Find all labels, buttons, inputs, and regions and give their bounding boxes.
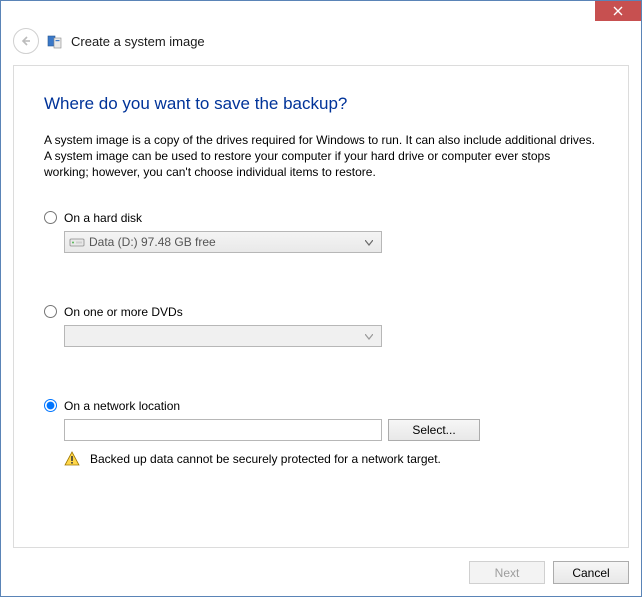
- page-description: A system image is a copy of the drives r…: [44, 132, 598, 181]
- header: Create a system image: [1, 24, 641, 64]
- hard-disk-combo[interactable]: Data (D:) 97.48 GB free: [64, 231, 382, 253]
- option-hard-disk-row[interactable]: On a hard disk: [44, 211, 598, 225]
- chevron-down-icon: [361, 235, 377, 249]
- back-arrow-icon: [20, 35, 32, 47]
- option-network: On a network location Select... Backed u…: [44, 399, 598, 467]
- radio-hard-disk[interactable]: [44, 211, 57, 224]
- radio-dvd[interactable]: [44, 305, 57, 318]
- warning-icon: [64, 451, 80, 467]
- cancel-button[interactable]: Cancel: [553, 561, 629, 584]
- wizard-window: Create a system image Where do you want …: [0, 0, 642, 597]
- network-path-input[interactable]: [64, 419, 382, 441]
- back-button[interactable]: [13, 28, 39, 54]
- option-hard-disk-label: On a hard disk: [64, 211, 142, 225]
- option-dvd-row[interactable]: On one or more DVDs: [44, 305, 598, 319]
- close-button[interactable]: [595, 1, 641, 21]
- chevron-down-icon: [361, 329, 377, 343]
- content-area: Where do you want to save the backup? A …: [13, 65, 629, 548]
- system-image-icon: [47, 33, 63, 49]
- option-dvd-label: On one or more DVDs: [64, 305, 183, 319]
- option-hard-disk: On a hard disk Data (D:) 97.48 GB free: [44, 211, 598, 253]
- option-network-row[interactable]: On a network location: [44, 399, 598, 413]
- close-icon: [613, 6, 623, 16]
- page-question: Where do you want to save the backup?: [44, 94, 598, 114]
- drive-icon: [69, 236, 85, 248]
- option-dvd: On one or more DVDs: [44, 305, 598, 347]
- select-button[interactable]: Select...: [388, 419, 480, 441]
- network-warning-text: Backed up data cannot be securely protec…: [90, 452, 441, 466]
- titlebar: [1, 1, 641, 24]
- option-network-label: On a network location: [64, 399, 180, 413]
- footer: Next Cancel: [469, 561, 629, 584]
- header-title: Create a system image: [71, 34, 205, 49]
- dvd-combo[interactable]: [64, 325, 382, 347]
- network-warning: Backed up data cannot be securely protec…: [64, 451, 598, 467]
- next-button: Next: [469, 561, 545, 584]
- radio-network[interactable]: [44, 399, 57, 412]
- hard-disk-selected: Data (D:) 97.48 GB free: [85, 235, 361, 249]
